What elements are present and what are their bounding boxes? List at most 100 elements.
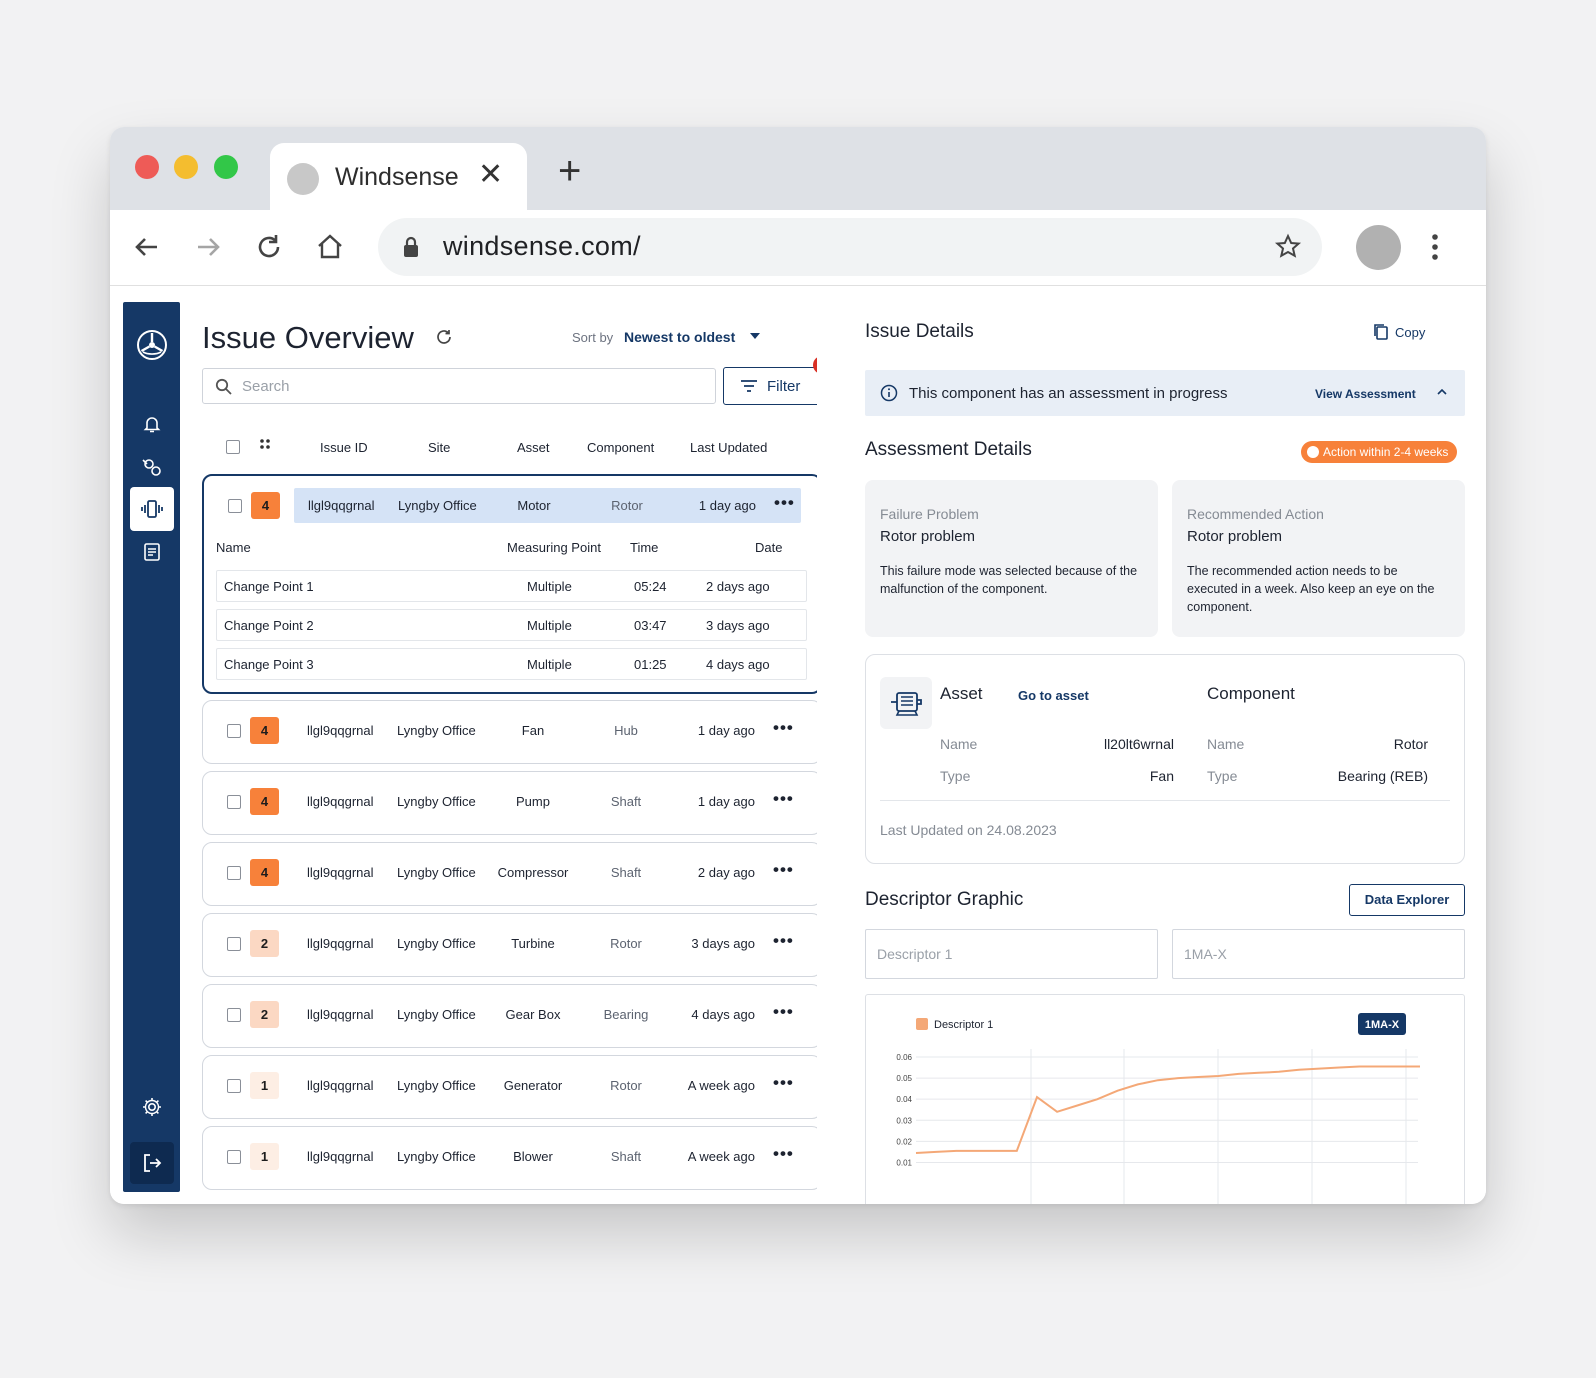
- search-placeholder: Search: [242, 378, 290, 395]
- more-options-icon[interactable]: •••: [773, 718, 794, 738]
- change-point-row[interactable]: Change Point 2 Multiple 03:47 3 days ago: [216, 609, 807, 641]
- reload-icon[interactable]: [252, 230, 286, 264]
- chevron-up-icon[interactable]: [1437, 389, 1447, 395]
- change-point-time: 03:47: [634, 618, 667, 633]
- home-icon[interactable]: [313, 230, 347, 264]
- close-tab-icon[interactable]: ✕: [478, 160, 503, 190]
- issue-card[interactable]: 1 llgl9qqgrnal Lyngby Office Blower Shaft A w…: [202, 1126, 817, 1190]
- bell-icon[interactable]: [123, 402, 180, 446]
- descriptor-chart-svg: Descriptor 1 1MA-X 0.06 0.05 0.04 0.03 0.02 0.0…: [896, 1013, 1420, 1204]
- change-point-row[interactable]: Change Point 3 Multiple 01:25 4 days ago: [216, 648, 807, 680]
- table-row[interactable]: 1 llgl9qqgrnal Lyngby Office Blower Shaft A w…: [203, 1127, 817, 1189]
- sub-col-name: Name: [216, 540, 251, 555]
- browser-menu-icon[interactable]: [1431, 232, 1439, 262]
- issue-updated: A week ago: [687, 1078, 755, 1093]
- back-icon[interactable]: [130, 230, 164, 264]
- change-point-time: 01:25: [634, 657, 667, 672]
- failure-description: This failure mode was selected because o…: [880, 564, 1138, 596]
- new-tab-icon[interactable]: +: [558, 151, 581, 191]
- info-icon: [880, 384, 898, 402]
- issue-card[interactable]: 4 llgl9qqgrnal Lyngby Office Fan Hub 1 day ag…: [202, 700, 817, 764]
- col-site[interactable]: Site: [428, 440, 450, 455]
- issue-card[interactable]: 4 llgl9qqgrnal Lyngby Office Compressor Shaf…: [202, 842, 817, 906]
- severity-badge: 4: [251, 492, 280, 519]
- more-options-icon[interactable]: •••: [773, 789, 794, 809]
- row-checkbox[interactable]: [227, 724, 241, 738]
- asset-name-label: Name: [940, 736, 978, 752]
- asset-component-card: Asset Go to asset Component Name ll20lt6…: [865, 654, 1465, 864]
- row-checkbox[interactable]: [227, 1079, 241, 1093]
- address-bar[interactable]: windsense.com/: [378, 218, 1322, 276]
- issue-card[interactable]: 1 llgl9qqgrnal Lyngby Office Generator Rotor…: [202, 1055, 817, 1119]
- issue-card[interactable]: 2 llgl9qqgrnal Lyngby Office Gear Box Bearin…: [202, 984, 817, 1048]
- issue-card-expanded[interactable]: 4 llgl9qqgrnal Lyngby Office Motor Rotor 1 da…: [202, 474, 817, 694]
- sensor-icon[interactable]: [123, 445, 180, 489]
- asset-name-value: ll20lt6wrnal: [1103, 736, 1174, 752]
- col-asset[interactable]: Asset: [517, 440, 550, 455]
- settings-gear-icon[interactable]: [123, 1085, 180, 1129]
- table-row[interactable]: 4 llgl9qqgrnal Lyngby Office Fan Hub 1 day ag…: [203, 701, 817, 763]
- row-checkbox[interactable]: [227, 1150, 241, 1164]
- assessment-info-banner: This component has an assessment in prog…: [865, 370, 1465, 416]
- change-point-date: 4 days ago: [706, 657, 770, 672]
- severity-badge: 2: [250, 930, 279, 957]
- table-row[interactable]: 1 llgl9qqgrnal Lyngby Office Generator Rotor…: [203, 1056, 817, 1118]
- row-checkbox[interactable]: [228, 499, 242, 513]
- maximize-window-button[interactable]: [214, 155, 238, 179]
- more-options-icon[interactable]: •••: [773, 1073, 794, 1093]
- table-row[interactable]: 4 llgl9qqgrnal Lyngby Office Compressor Shaf…: [203, 843, 817, 905]
- divider: [880, 800, 1450, 801]
- copy-button[interactable]: Copy: [1374, 324, 1425, 340]
- filter-icon: [741, 380, 757, 392]
- vibration-icon[interactable]: [130, 487, 174, 531]
- go-to-asset-link[interactable]: Go to asset: [1018, 688, 1089, 703]
- table-row[interactable]: 2 llgl9qqgrnal Lyngby Office Gear Box Bearin…: [203, 985, 817, 1047]
- col-component[interactable]: Component: [587, 440, 654, 455]
- report-icon[interactable]: [123, 530, 180, 574]
- table-row[interactable]: 4 llgl9qqgrnal Lyngby Office Motor Rotor 1 da…: [204, 476, 817, 538]
- more-options-icon[interactable]: •••: [774, 493, 795, 513]
- forward-icon[interactable]: [191, 230, 225, 264]
- chevron-down-icon[interactable]: [750, 333, 760, 339]
- refresh-icon[interactable]: [434, 327, 454, 347]
- more-options-icon[interactable]: •••: [773, 1002, 794, 1022]
- minimize-window-button[interactable]: [174, 155, 198, 179]
- select-all-checkbox[interactable]: [226, 440, 240, 454]
- bookmark-star-icon[interactable]: [1274, 233, 1302, 261]
- table-row[interactable]: 4 llgl9qqgrnal Lyngby Office Pump Shaft 1 day…: [203, 772, 817, 834]
- filter-button[interactable]: Filter 1: [723, 356, 817, 405]
- more-options-icon[interactable]: •••: [773, 1144, 794, 1164]
- drag-handle-icon[interactable]: [259, 438, 271, 453]
- channel-select[interactable]: 1MA-X: [1172, 929, 1465, 979]
- issue-card[interactable]: 4 llgl9qqgrnal Lyngby Office Pump Shaft 1 day…: [202, 771, 817, 835]
- windsense-logo-icon[interactable]: [123, 322, 180, 368]
- descriptor-select-value: Descriptor 1: [877, 946, 953, 962]
- row-checkbox[interactable]: [227, 1008, 241, 1022]
- browser-tab[interactable]: Windsense ✕: [270, 143, 527, 210]
- issue-asset: Blower: [513, 1149, 553, 1164]
- failure-problem-card: Failure Problem Rotor problem This failu…: [865, 480, 1158, 637]
- col-last-updated[interactable]: Last Updated: [690, 440, 767, 455]
- sort-dropdown[interactable]: Newest to oldest: [624, 329, 735, 345]
- legend-swatch: [916, 1018, 928, 1030]
- severity-badge: 2: [250, 1001, 279, 1028]
- search-input[interactable]: Search: [202, 368, 716, 404]
- issue-site: Lyngby Office: [398, 498, 477, 513]
- descriptor-select[interactable]: Descriptor 1: [865, 929, 1158, 979]
- logout-icon[interactable]: [130, 1142, 174, 1184]
- row-checkbox[interactable]: [227, 795, 241, 809]
- issue-card[interactable]: 2 llgl9qqgrnal Lyngby Office Turbine Rotor 3 …: [202, 913, 817, 977]
- table-row[interactable]: 2 llgl9qqgrnal Lyngby Office Turbine Rotor 3 …: [203, 914, 817, 976]
- row-checkbox[interactable]: [227, 937, 241, 951]
- close-window-button[interactable]: [135, 155, 159, 179]
- col-issue-id[interactable]: Issue ID: [320, 440, 368, 455]
- view-assessment-link[interactable]: View Assessment: [1315, 387, 1416, 401]
- more-options-icon[interactable]: •••: [773, 860, 794, 880]
- profile-avatar[interactable]: [1356, 225, 1401, 270]
- row-checkbox[interactable]: [227, 866, 241, 880]
- data-explorer-button[interactable]: Data Explorer: [1349, 884, 1465, 916]
- more-options-icon[interactable]: •••: [773, 931, 794, 951]
- issue-id: llgl9qqgrnal: [307, 936, 374, 951]
- change-point-row[interactable]: Change Point 1 Multiple 05:24 2 days ago: [216, 570, 807, 602]
- tab-title: Windsense: [335, 163, 459, 191]
